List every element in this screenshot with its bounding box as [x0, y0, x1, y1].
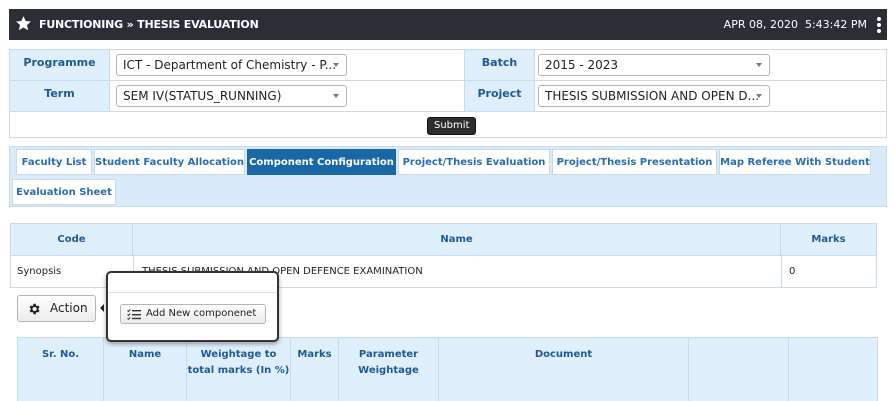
column-header-marks: Marks: [291, 338, 339, 401]
table-header: Code Name Marks: [11, 224, 876, 256]
popup-header: [108, 273, 277, 293]
column-header-name: Name: [104, 338, 187, 401]
parameter-table-header: Sr. No. Name Weightage to total marks (I…: [17, 337, 878, 401]
project-value: THESIS SUBMISSION AND OPEN D...: [545, 89, 760, 103]
action-popup: Add New componenet: [106, 271, 279, 342]
column-header-code: Code: [11, 224, 133, 255]
column-header-parameter-weightage: Parameter Weightage: [339, 338, 439, 401]
term-label: Term: [10, 81, 110, 111]
programme-cell: ICT - Department of Chemistry - P...: [110, 50, 464, 80]
term-select[interactable]: SEM IV(STATUS_RUNNING): [116, 85, 347, 107]
kebab-menu-icon[interactable]: [876, 17, 882, 33]
column-header-name: Name: [133, 224, 781, 255]
chevron-down-icon: [333, 63, 339, 67]
datetime: APR 08, 2020 5:43:42 PM: [724, 18, 867, 31]
chevron-down-icon: [756, 94, 762, 98]
programme-label: Programme: [10, 50, 110, 80]
chevron-down-icon: [333, 94, 339, 98]
action-button[interactable]: Action: [17, 295, 96, 322]
cell-marks: 0: [781, 256, 876, 287]
term-value: SEM IV(STATUS_RUNNING): [123, 89, 282, 103]
filter-panel: Programme ICT - Department of Chemistry …: [9, 49, 887, 138]
programme-value: ICT - Department of Chemistry - P...: [123, 58, 337, 72]
batch-value: 2015 - 2023: [545, 58, 619, 72]
submit-button[interactable]: Submit: [427, 117, 477, 135]
batch-label: Batch: [464, 50, 535, 80]
column-header-marks: Marks: [811, 234, 846, 245]
tab-project-thesis-evaluation[interactable]: Project/Thesis Evaluation: [398, 149, 550, 175]
list-check-icon: [127, 309, 141, 320]
time-text: 5:43:42 PM: [804, 18, 867, 31]
filter-row: Programme ICT - Department of Chemistry …: [10, 50, 886, 81]
term-cell: SEM IV(STATUS_RUNNING): [110, 81, 464, 111]
column-header-sr-no: Sr. No.: [18, 338, 104, 401]
project-select[interactable]: THESIS SUBMISSION AND OPEN D...: [538, 85, 770, 107]
tab-bar: Faculty List Student Faculty Allocation …: [9, 146, 887, 207]
tab-evaluation-sheet[interactable]: Evaluation Sheet: [12, 179, 116, 205]
tab-project-thesis-presentation[interactable]: Project/Thesis Presentation: [552, 149, 717, 175]
tab-student-faculty-allocation[interactable]: Student Faculty Allocation: [94, 149, 245, 175]
add-new-component-label: Add New componenet: [146, 308, 257, 319]
gear-icon: [29, 303, 40, 315]
column-header-blank: [789, 338, 877, 401]
programme-select[interactable]: ICT - Department of Chemistry - P...: [116, 54, 347, 76]
chevron-down-icon: [756, 63, 762, 67]
add-new-component-button[interactable]: Add New componenet: [120, 304, 266, 324]
action-label: Action: [50, 301, 88, 315]
column-header-document: Document: [439, 338, 689, 401]
column-header-blank: [689, 338, 789, 401]
batch-cell: 2015 - 2023: [535, 50, 886, 80]
date-text: APR 08, 2020: [723, 18, 798, 31]
filter-row: Term SEM IV(STATUS_RUNNING) Project THES…: [10, 81, 886, 112]
pointer-arrow: [100, 304, 104, 312]
star-icon[interactable]: [15, 15, 32, 32]
tab-faculty-list[interactable]: Faculty List: [16, 149, 92, 175]
tab-component-configuration[interactable]: Component Configuration: [247, 149, 396, 175]
tab-map-referee-with-student[interactable]: Map Referee With Student: [719, 149, 871, 175]
project-label: Project: [464, 81, 535, 111]
top-bar: FUNCTIONING » THESIS EVALUATION APR 08, …: [9, 9, 887, 40]
batch-select[interactable]: 2015 - 2023: [538, 54, 770, 76]
project-cell: THESIS SUBMISSION AND OPEN D...: [535, 81, 886, 111]
submit-row: Submit: [10, 112, 886, 138]
page-title: FUNCTIONING » THESIS EVALUATION: [39, 18, 259, 31]
column-header-weightage: Weightage to total marks (In %): [187, 338, 291, 401]
